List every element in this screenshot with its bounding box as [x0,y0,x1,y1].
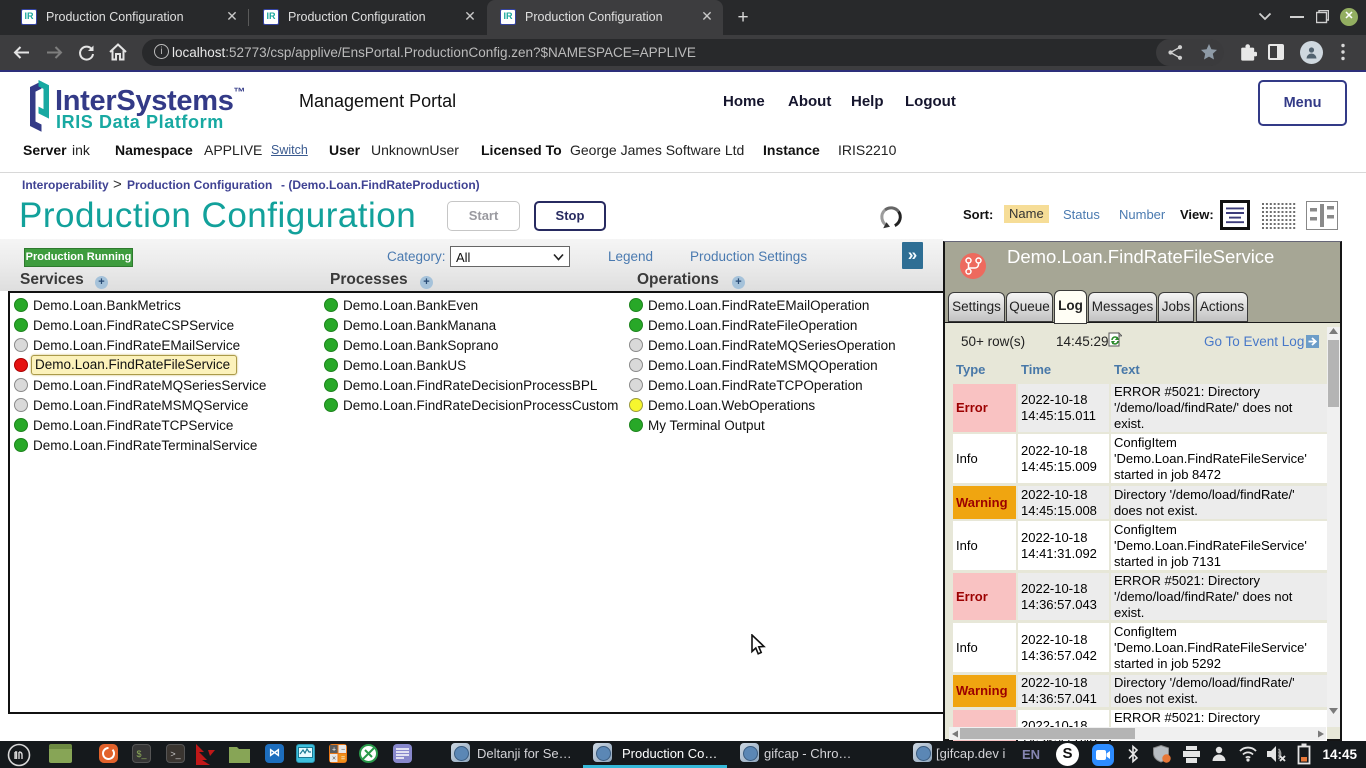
svg-text:−: − [341,747,345,754]
svg-text:+: + [332,747,336,754]
svg-text:=: = [341,756,345,763]
svg-text:×: × [332,756,336,763]
